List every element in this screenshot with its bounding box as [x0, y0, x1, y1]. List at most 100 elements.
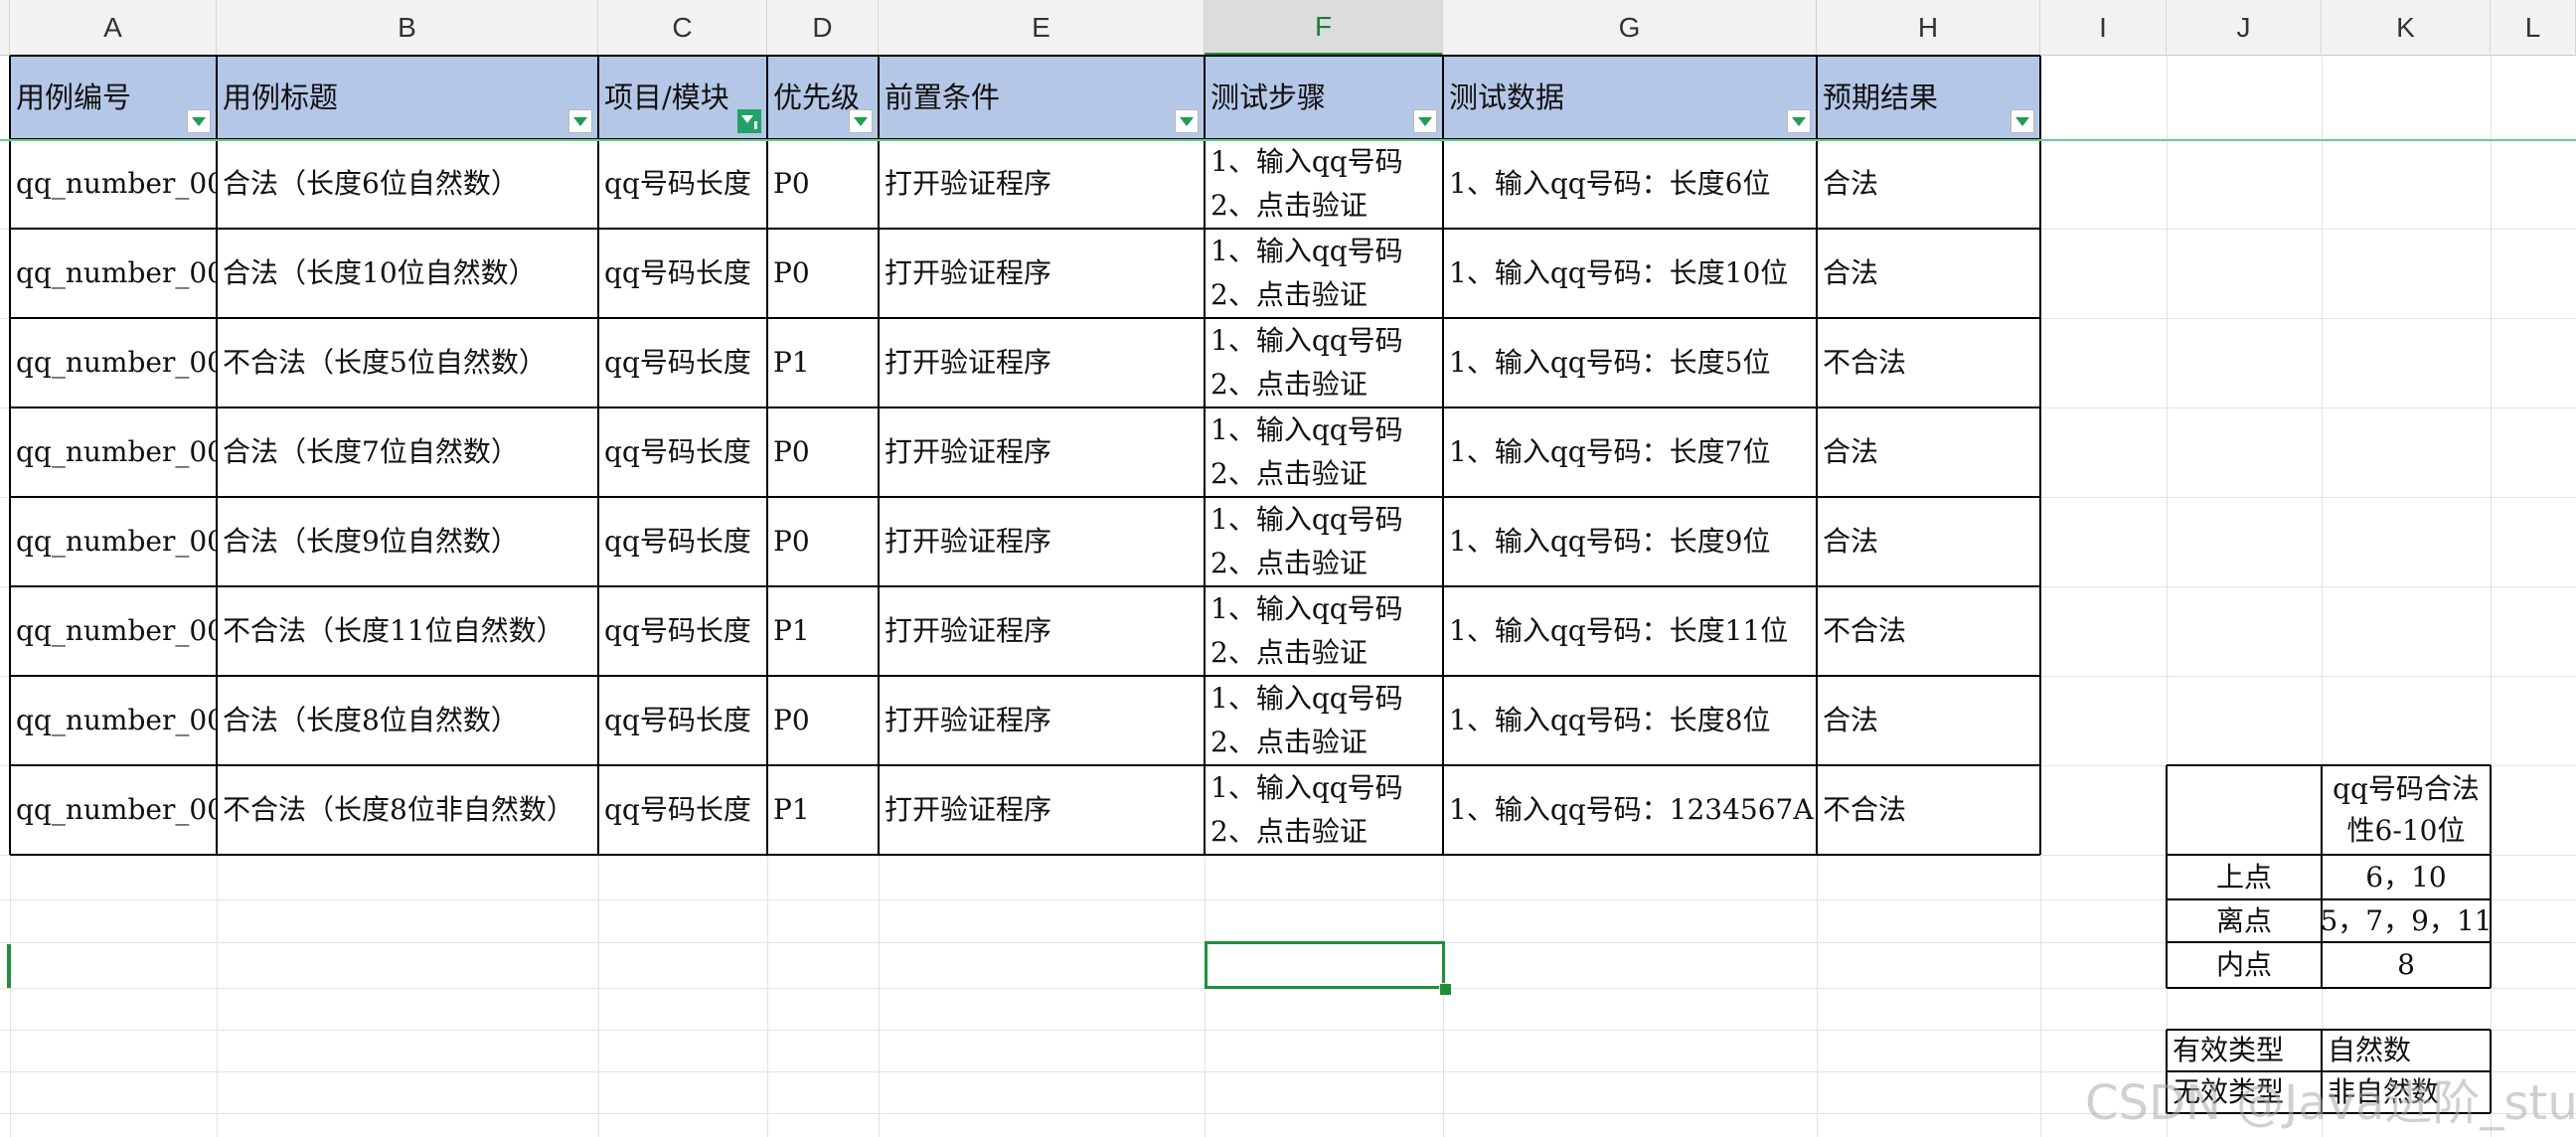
cell-test-data[interactable]: 1、输入qq号码：1234567A: [1443, 765, 1817, 855]
select-all-corner[interactable]: [0, 0, 10, 56]
filter-dropdown-icon[interactable]: [568, 109, 592, 133]
cell-expected[interactable]: 合法: [1817, 139, 2040, 229]
cell-steps[interactable]: 1、输入qq号码 2、点击验证: [1205, 229, 1443, 318]
cell-title[interactable]: 合法（长度7位自然数）: [217, 407, 598, 497]
fill-handle[interactable]: [1439, 983, 1452, 996]
cell-expected[interactable]: 合法: [1817, 497, 2040, 586]
cell-title[interactable]: 合法（长度9位自然数）: [217, 497, 598, 586]
cell-title[interactable]: 不合法（长度5位自然数）: [217, 318, 598, 407]
cell-priority[interactable]: P0: [767, 229, 879, 318]
cell-precondition[interactable]: 打开验证程序: [879, 229, 1205, 318]
cell-test-data[interactable]: 1、输入qq号码：长度11位: [1443, 586, 1817, 676]
cell-title[interactable]: 合法（长度10位自然数）: [217, 229, 598, 318]
cell-test-data[interactable]: 1、输入qq号码：长度7位: [1443, 407, 1817, 497]
cell-id[interactable]: qq_number_002: [10, 229, 217, 318]
column-header-f[interactable]: F: [1205, 0, 1443, 56]
cell-expected[interactable]: 合法: [1817, 676, 2040, 765]
cell-priority[interactable]: P0: [767, 676, 879, 765]
cell-test-data[interactable]: 1、输入qq号码：长度9位: [1443, 497, 1817, 586]
cell-module[interactable]: qq号码长度: [598, 139, 767, 229]
column-header-i[interactable]: I: [2040, 0, 2167, 56]
cell-priority[interactable]: P1: [767, 765, 879, 855]
cell-module[interactable]: qq号码长度: [598, 765, 767, 855]
filter-dropdown-icon[interactable]: [849, 109, 873, 133]
cell-module[interactable]: qq号码长度: [598, 318, 767, 407]
boundary-point-label[interactable]: 内点: [2167, 942, 2322, 988]
cell-expected[interactable]: 不合法: [1817, 586, 2040, 676]
filter-dropdown-icon[interactable]: [1787, 109, 1811, 133]
cell-steps[interactable]: 1、输入qq号码 2、点击验证: [1205, 407, 1443, 497]
cell-title[interactable]: 不合法（长度8位非自然数）: [217, 765, 598, 855]
table-header-id[interactable]: 用例编号: [10, 56, 217, 139]
column-header-d[interactable]: D: [767, 0, 879, 56]
spreadsheet[interactable]: A B C D E F G H I J K L 用例编号 用例标题 项目/模块 优先级 前置条件 测试步骤 测试数据…: [0, 0, 2576, 1137]
column-header-c[interactable]: C: [598, 0, 767, 56]
cell-priority[interactable]: P0: [767, 497, 879, 586]
table-header-data[interactable]: 测试数据: [1443, 56, 1817, 139]
cell-steps[interactable]: 1、输入qq号码 2、点击验证: [1205, 676, 1443, 765]
cell-title[interactable]: 合法（长度8位自然数）: [217, 676, 598, 765]
boundary-point-value[interactable]: 8: [2322, 942, 2491, 988]
cell-test-data[interactable]: 1、输入qq号码：长度8位: [1443, 676, 1817, 765]
cell-module[interactable]: qq号码长度: [598, 229, 767, 318]
cell-priority[interactable]: P1: [767, 586, 879, 676]
cell-module[interactable]: qq号码长度: [598, 586, 767, 676]
table-header-steps[interactable]: 测试步骤: [1205, 56, 1443, 139]
cell-precondition[interactable]: 打开验证程序: [879, 139, 1205, 229]
cell-id[interactable]: qq_number_006: [10, 586, 217, 676]
cell-priority[interactable]: P1: [767, 318, 879, 407]
cell-test-data[interactable]: 1、输入qq号码：长度10位: [1443, 229, 1817, 318]
cell-id[interactable]: qq_number_003: [10, 318, 217, 407]
boundary-point-value[interactable]: 6，10: [2322, 855, 2491, 899]
cell-steps[interactable]: 1、输入qq号码 2、点击验证: [1205, 586, 1443, 676]
selected-cell-f22[interactable]: [1205, 941, 1445, 989]
cell-precondition[interactable]: 打开验证程序: [879, 765, 1205, 855]
table-header-precondition[interactable]: 前置条件: [879, 56, 1205, 139]
cell-steps[interactable]: 1、输入qq号码 2、点击验证: [1205, 318, 1443, 407]
table-header-title[interactable]: 用例标题: [217, 56, 598, 139]
cell-steps[interactable]: 1、输入qq号码 2、点击验证: [1205, 497, 1443, 586]
column-header-h[interactable]: H: [1817, 0, 2040, 56]
cell-module[interactable]: qq号码长度: [598, 676, 767, 765]
cell-title[interactable]: 合法（长度6位自然数）: [217, 139, 598, 229]
cell-module[interactable]: qq号码长度: [598, 407, 767, 497]
table-header-expected[interactable]: 预期结果: [1817, 56, 2040, 139]
cell-expected[interactable]: 不合法: [1817, 765, 2040, 855]
filter-dropdown-icon[interactable]: [187, 109, 211, 133]
column-header-g[interactable]: G: [1443, 0, 1817, 56]
boundary-table-corner[interactable]: [2167, 765, 2322, 855]
column-header-j[interactable]: J: [2167, 0, 2322, 56]
cell-id[interactable]: qq_number_005: [10, 497, 217, 586]
cell-test-data[interactable]: 1、输入qq号码：长度5位: [1443, 318, 1817, 407]
column-header-e[interactable]: E: [879, 0, 1205, 56]
column-header-k[interactable]: K: [2322, 0, 2491, 56]
boundary-point-value[interactable]: 5，7，9，11: [2322, 899, 2491, 942]
cell-title[interactable]: 不合法（长度11位自然数）: [217, 586, 598, 676]
cell-steps[interactable]: 1、输入qq号码 2、点击验证: [1205, 139, 1443, 229]
filter-dropdown-icon[interactable]: [1175, 109, 1199, 133]
cell-expected[interactable]: 合法: [1817, 407, 2040, 497]
column-header-b[interactable]: B: [217, 0, 598, 56]
cell-precondition[interactable]: 打开验证程序: [879, 407, 1205, 497]
cell-priority[interactable]: P0: [767, 139, 879, 229]
cell-test-data[interactable]: 1、输入qq号码：长度6位: [1443, 139, 1817, 229]
filter-dropdown-icon[interactable]: [1413, 109, 1437, 133]
cell-id[interactable]: qq_number_004: [10, 407, 217, 497]
cell-module[interactable]: qq号码长度: [598, 497, 767, 586]
cell-id[interactable]: qq_number_008: [10, 765, 217, 855]
boundary-point-label[interactable]: 离点: [2167, 899, 2322, 942]
cell-precondition[interactable]: 打开验证程序: [879, 318, 1205, 407]
cell-expected[interactable]: 不合法: [1817, 318, 2040, 407]
cell-steps[interactable]: 1、输入qq号码 2、点击验证: [1205, 765, 1443, 855]
cell-precondition[interactable]: 打开验证程序: [879, 676, 1205, 765]
cell-expected[interactable]: 合法: [1817, 229, 2040, 318]
filter-active-icon[interactable]: [737, 109, 761, 133]
cell-id[interactable]: qq_number_001: [10, 139, 217, 229]
boundary-table-header[interactable]: qq号码合法性6-10位: [2322, 765, 2491, 855]
filter-dropdown-icon[interactable]: [2011, 109, 2034, 133]
cell-priority[interactable]: P0: [767, 407, 879, 497]
column-header-l[interactable]: L: [2491, 0, 2576, 56]
cell-precondition[interactable]: 打开验证程序: [879, 586, 1205, 676]
column-header-a[interactable]: A: [10, 0, 217, 56]
cell-precondition[interactable]: 打开验证程序: [879, 497, 1205, 586]
